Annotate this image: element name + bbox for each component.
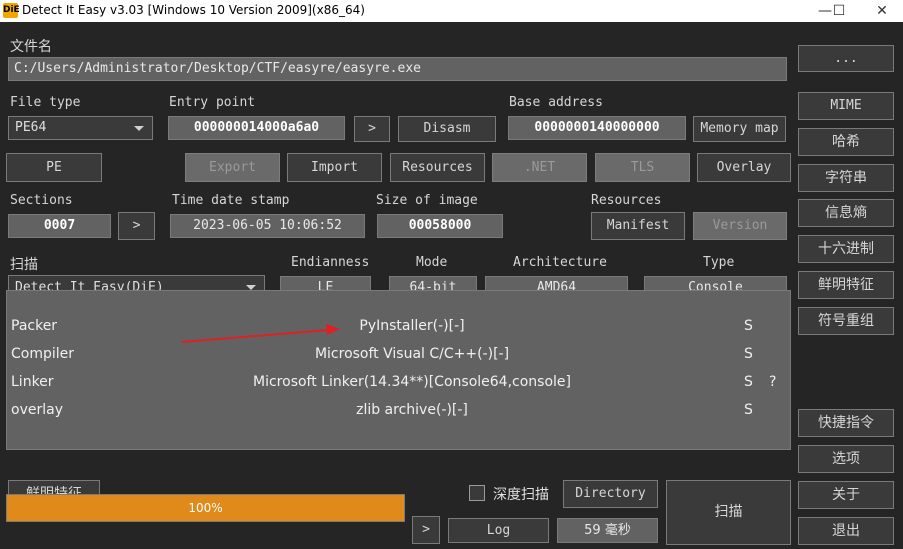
hex-button[interactable]: 十六进制 (798, 235, 894, 263)
scan-progress-bar: 100% (6, 494, 405, 522)
progress-percent: 100% (188, 501, 223, 515)
exit-button[interactable]: 退出 (798, 517, 894, 545)
demangle-button[interactable]: 符号重组 (798, 307, 894, 335)
mime-button[interactable]: MIME (798, 92, 894, 120)
shortcuts-button[interactable]: 快捷指令 (798, 409, 894, 437)
about-button[interactable]: 关于 (798, 481, 894, 509)
entropy-button[interactable]: 信息熵 (798, 199, 894, 227)
directory-button[interactable]: Directory (563, 480, 658, 508)
scan-button[interactable]: 扫描 (666, 480, 791, 545)
options-button[interactable]: 选项 (798, 445, 894, 473)
red-annotation-arrow-icon (181, 324, 340, 343)
sidebar-signatures-button[interactable]: 鲜明特征 (798, 271, 894, 299)
elapsed-time-field: 59 毫秒 (557, 518, 658, 543)
log-go-button[interactable]: > (412, 516, 440, 544)
deep-scan-checkbox[interactable] (469, 485, 485, 501)
strings-button[interactable]: 字符串 (798, 164, 894, 192)
browse-button[interactable]: ... (798, 45, 894, 72)
log-button[interactable]: Log (448, 518, 549, 543)
hash-button[interactable]: 哈希 (798, 128, 894, 156)
deep-scan-label[interactable]: 深度扫描 (493, 484, 549, 504)
